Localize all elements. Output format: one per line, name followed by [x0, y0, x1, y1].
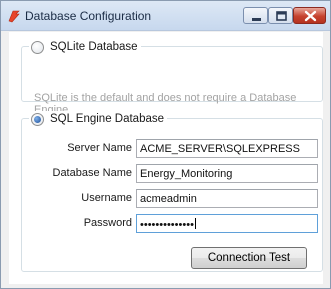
database-name-label: Database Name [52, 167, 133, 179]
server-name-label-wrap: Server Name [34, 139, 132, 157]
sqlite-radio-label: SQLite Database [50, 41, 138, 53]
password-label-wrap: Password [34, 214, 132, 232]
text-caret [194, 218, 196, 229]
username-label-wrap: Username [34, 189, 132, 207]
username-label: Username [81, 192, 132, 204]
dialog-content: SQLite is the default and does not requi… [9, 32, 323, 284]
password-masked-value: •••••••••••••• [140, 219, 194, 231]
database-name-label-wrap: Database Name [34, 164, 133, 182]
sql-engine-radio-button[interactable] [31, 112, 44, 126]
server-name-field[interactable]: ACME_SERVER\SQLEXPRESS [136, 139, 318, 158]
sql-engine-radio-label: SQL Engine Database [50, 113, 165, 125]
sql-engine-radio-option[interactable]: SQL Engine Database [29, 111, 168, 127]
close-icon [304, 10, 317, 22]
maximize-button[interactable] [268, 7, 293, 24]
minimize-icon [252, 18, 261, 21]
sqlite-radio-option[interactable]: SQLite Database [29, 39, 141, 55]
database-configuration-window: Database Configuration SQLite is the def… [0, 0, 331, 289]
database-name-field[interactable]: Energy_Monitoring [136, 164, 318, 183]
window-title: Database Configuration [25, 9, 152, 23]
close-button[interactable] [293, 7, 326, 24]
app-icon [7, 9, 21, 23]
username-field[interactable]: acmeadmin [136, 189, 318, 208]
password-field[interactable]: •••••••••••••• [136, 214, 318, 233]
maximize-icon [276, 11, 287, 21]
server-name-label: Server Name [67, 142, 132, 154]
password-label: Password [83, 217, 132, 229]
connection-test-button[interactable]: Connection Test [191, 247, 307, 269]
minimize-button[interactable] [243, 7, 268, 24]
title-bar[interactable]: Database Configuration [1, 1, 330, 31]
sqlite-radio-button[interactable] [31, 40, 44, 54]
